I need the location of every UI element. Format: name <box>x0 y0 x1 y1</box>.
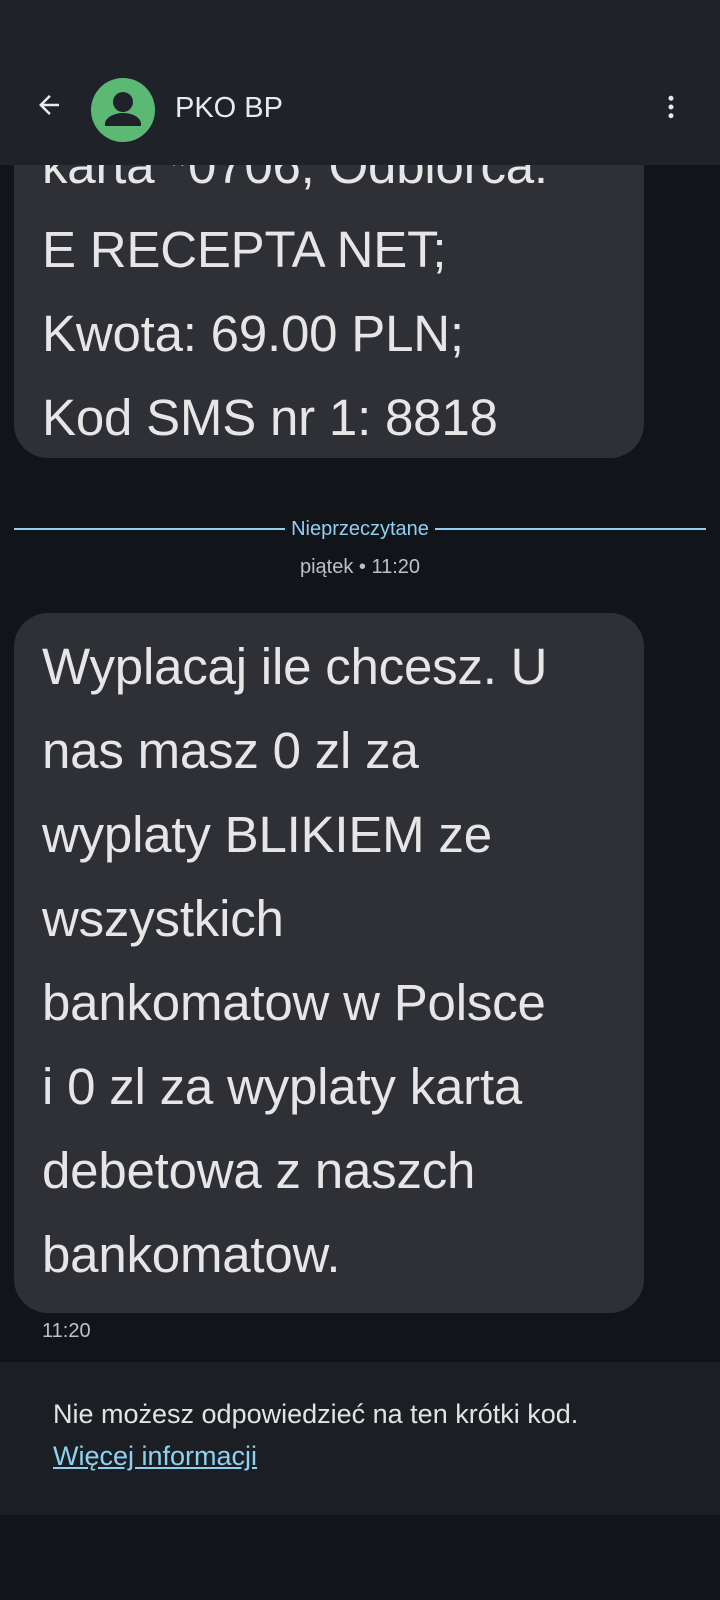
arrow-back-icon <box>34 90 64 125</box>
person-icon <box>91 92 155 142</box>
unread-label: Nieprzeczytane <box>291 517 429 540</box>
conversation-header: PKO BP <box>0 0 720 165</box>
avatar[interactable] <box>91 78 155 142</box>
unread-divider: Nieprzeczytane <box>14 518 706 540</box>
conversation-area[interactable]: karta *0706; Odbiorca: E RECEPTA NET; Kw… <box>0 0 720 1360</box>
message-time: 11:20 <box>42 1320 91 1342</box>
contact-name[interactable]: PKO BP <box>175 88 283 128</box>
divider-line-right <box>434 528 706 530</box>
back-button[interactable] <box>26 84 72 130</box>
date-timestamp: piątek • 11:20 <box>299 556 421 578</box>
reply-disabled-notice: Nie możesz odpowiedzieć na ten krótki ko… <box>53 1399 579 1429</box>
divider-line-left <box>14 528 286 530</box>
more-vert-icon <box>656 92 686 127</box>
more-info-link[interactable]: Więcej informacji <box>53 1438 257 1474</box>
reply-disabled-banner: Nie możesz odpowiedzieć na ten krótki ko… <box>0 1362 720 1515</box>
message-bubble[interactable]: Wyplacaj ile chcesz. U nas masz 0 zl za … <box>14 613 644 1313</box>
more-options-button[interactable] <box>648 86 694 132</box>
